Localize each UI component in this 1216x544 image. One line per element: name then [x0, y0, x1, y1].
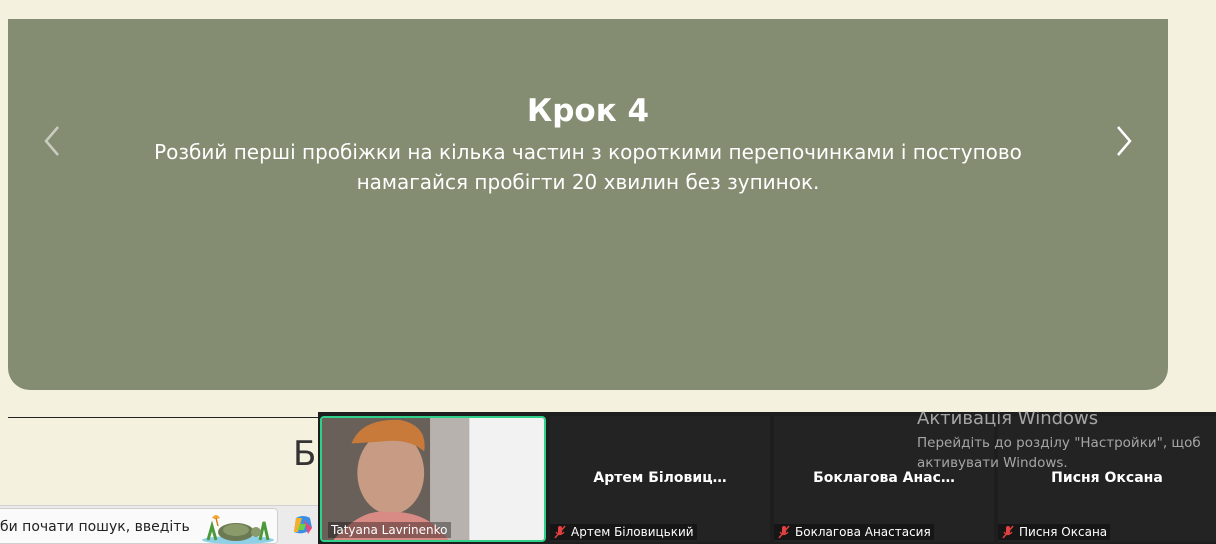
turtle-icon — [202, 515, 274, 544]
mic-muted-icon — [1002, 525, 1014, 539]
participant-name: Боклагова Анастасия — [795, 525, 931, 539]
chevron-right-icon — [1117, 126, 1132, 156]
section-divider — [8, 417, 328, 418]
participant-tile[interactable]: Артем Біловиц… Артем Біловицький — [550, 416, 770, 542]
participant-display-name: Артем Біловиц… — [593, 470, 727, 486]
copilot-icon[interactable] — [290, 514, 316, 538]
participant-footer: Писня Оксана — [998, 524, 1111, 540]
carousel-next-button[interactable] — [1110, 123, 1138, 159]
taskbar-search-input[interactable]: би почати пошук, введіть — [0, 508, 278, 544]
participant-name: Писня Оксана — [1019, 525, 1108, 539]
screen: Крок 4 Розбий перші пробіжки на кілька ч… — [0, 0, 1216, 544]
participant-footer: Боклагова Анастасия — [774, 524, 934, 540]
participant-footer: Артем Біловицький — [550, 524, 697, 540]
steps-carousel: Крок 4 Розбий перші пробіжки на кілька ч… — [8, 19, 1168, 390]
self-name-label: Tatyana Lavrinenko — [328, 522, 451, 538]
slide-title: Крок 4 — [526, 93, 650, 129]
windows-activation-watermark: Активація Windows Перейдіть до розділу "… — [917, 408, 1207, 473]
section-heading: Б — [293, 434, 317, 474]
mic-muted-icon — [554, 525, 566, 539]
windows-taskbar: би почати пошук, введіть — [0, 505, 320, 544]
participant-name: Артем Біловицький — [571, 525, 694, 539]
search-placeholder: би почати пошук, введіть — [0, 519, 190, 535]
watermark-title: Активація Windows — [917, 408, 1099, 429]
mic-muted-icon — [778, 525, 790, 539]
watermark-subtitle: Перейдіть до розділу "Настройки", щоб ак… — [917, 435, 1201, 471]
slide-description: Розбий перші пробіжки на кілька частин з… — [154, 140, 1022, 194]
self-video-tile[interactable]: Tatyana Lavrinenko — [320, 416, 546, 542]
